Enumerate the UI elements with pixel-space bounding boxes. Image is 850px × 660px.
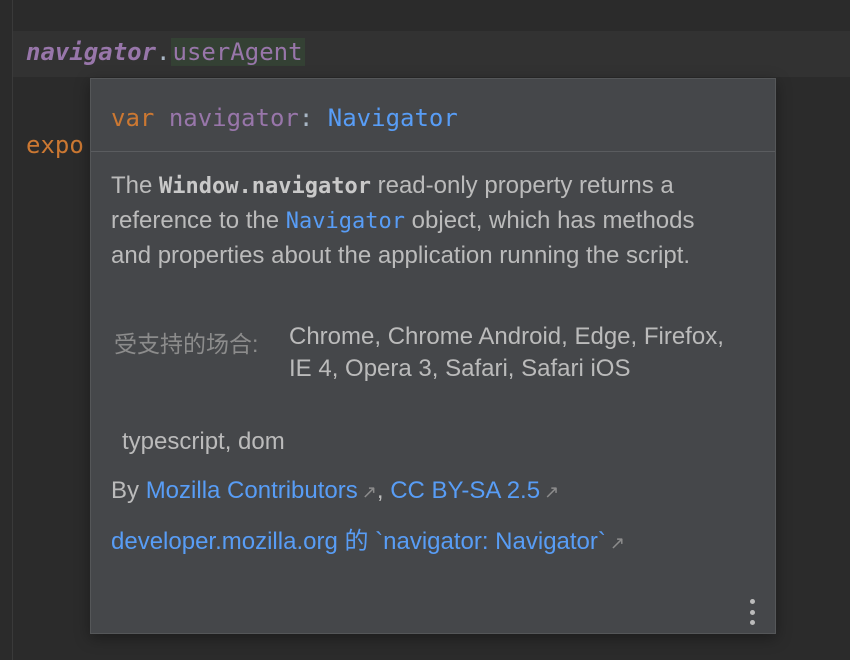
code-export-keyword[interactable]: expo: [26, 131, 84, 159]
external-link-icon: ↗: [361, 482, 377, 502]
attribution-line: By Mozilla Contributors ↗, CC BY-SA 2.5 ↗: [111, 477, 559, 505]
signature-colon: :: [298, 104, 314, 132]
quick-documentation-popup[interactable]: var navigator: Navigator The Window.navi…: [90, 78, 776, 634]
attribution-separator: ,: [376, 477, 384, 504]
external-link-icon: ↗: [609, 533, 625, 553]
code-dot: .: [156, 38, 171, 66]
mozilla-contributors-link[interactable]: Mozilla Contributors: [146, 477, 358, 504]
source-line: developer.mozilla.org 的 `navigator: Navi…: [111, 521, 625, 556]
doc-description: The Window.navigator read-only property …: [111, 169, 711, 273]
support-label: 受支持的场合:: [114, 331, 259, 357]
signature-name: navigator: [168, 104, 299, 132]
code-line-2[interactable]: expo: [26, 131, 84, 159]
signature-keyword: var: [111, 104, 155, 132]
desc-code-window-navigator: Window.navigator: [159, 174, 371, 199]
support-browsers: Chrome, Chrome Android, Edge, Firefox, I…: [289, 323, 724, 382]
signature-type-link[interactable]: Navigator: [328, 104, 458, 132]
doc-separator: [91, 151, 775, 152]
doc-signature: var navigator: Navigator: [111, 104, 458, 132]
license-link[interactable]: CC BY-SA 2.5: [390, 477, 540, 504]
external-link-icon: ↗: [544, 482, 560, 502]
editor-gutter-line: [12, 0, 13, 660]
code-navigator-token[interactable]: navigator: [26, 38, 156, 66]
library-list: typescript, dom: [122, 428, 285, 455]
code-line-1[interactable]: navigator.userAgent: [26, 38, 305, 66]
mdn-source-link[interactable]: developer.mozilla.org 的 `navigator: Navi…: [111, 528, 606, 555]
desc-text-1: The: [111, 172, 160, 199]
more-vertical-icon[interactable]: [746, 599, 758, 625]
code-useragent-token[interactable]: userAgent: [170, 38, 305, 66]
desc-navigator-link[interactable]: Navigator: [286, 209, 405, 234]
attribution-prefix: By: [111, 477, 146, 504]
